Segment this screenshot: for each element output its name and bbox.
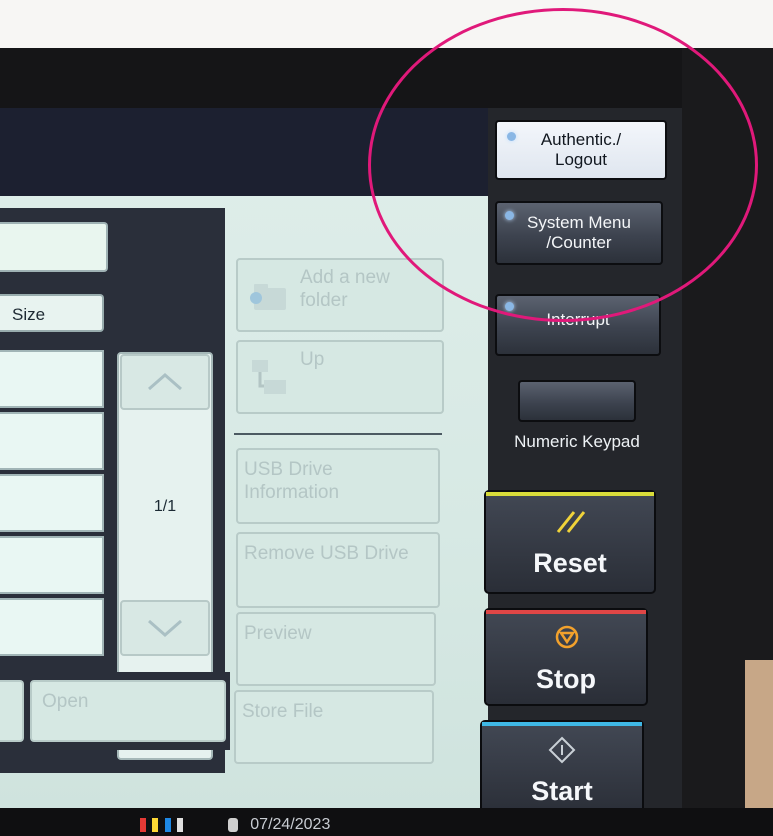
stop-icon bbox=[555, 625, 579, 649]
start-button[interactable]: Start bbox=[480, 720, 644, 818]
stop-stripe bbox=[486, 610, 646, 614]
reset-icon bbox=[556, 511, 586, 533]
chevron-up-icon bbox=[148, 373, 182, 391]
usb-info-button[interactable]: USB Drive Information bbox=[236, 448, 440, 524]
preview-button[interactable]: Preview bbox=[236, 612, 436, 686]
remove-usb-button[interactable]: Remove USB Drive bbox=[236, 532, 440, 608]
store-file-label: Store File bbox=[242, 701, 324, 722]
stop-button[interactable]: Stop bbox=[484, 608, 648, 706]
start-icon bbox=[548, 736, 576, 764]
status-led bbox=[505, 211, 514, 220]
start-stripe bbox=[482, 722, 642, 726]
remove-usb-label: Remove USB Drive bbox=[244, 543, 409, 564]
status-bar: 07/24/2023 bbox=[140, 816, 330, 834]
stop-label: Stop bbox=[536, 664, 596, 694]
folder-add-icon bbox=[250, 284, 286, 310]
list-item[interactable] bbox=[0, 350, 104, 408]
list-item[interactable] bbox=[0, 598, 104, 656]
interrupt-label: Interrupt bbox=[546, 310, 610, 329]
reset-label: Reset bbox=[533, 548, 607, 578]
list-item[interactable] bbox=[0, 474, 104, 532]
reset-button[interactable]: Reset bbox=[484, 490, 656, 594]
hardware-panel: Authentic./ Logout System Menu /Counter … bbox=[480, 108, 682, 818]
folder-up-icon bbox=[252, 360, 286, 394]
toner-bar-icon bbox=[164, 817, 171, 832]
authentic-logout-label: Authentic./ Logout bbox=[540, 130, 622, 169]
usb-info-label: USB Drive Information bbox=[244, 459, 340, 503]
status-led bbox=[505, 302, 514, 311]
store-file-button[interactable]: Store File bbox=[234, 690, 434, 764]
system-menu-button[interactable]: System Menu /Counter bbox=[495, 201, 663, 265]
scroll-up-button[interactable] bbox=[120, 354, 210, 410]
list-item[interactable] bbox=[0, 536, 104, 594]
bottom-button-row: Open bbox=[0, 672, 230, 750]
reset-stripe bbox=[486, 492, 654, 496]
bezel-top bbox=[0, 48, 773, 108]
authentic-logout-button[interactable]: Authentic./ Logout bbox=[495, 120, 667, 180]
system-menu-label: System Menu /Counter bbox=[527, 213, 631, 252]
numeric-keypad-label: Numeric Keypad bbox=[514, 432, 640, 451]
interrupt-button[interactable]: Interrupt bbox=[495, 294, 661, 356]
divider bbox=[234, 433, 442, 435]
list-item[interactable] bbox=[0, 412, 104, 470]
usb-status-icon bbox=[227, 817, 238, 832]
up-label: Up bbox=[300, 349, 325, 370]
bottom-left-button[interactable] bbox=[0, 680, 24, 742]
bezel-bottom bbox=[0, 808, 773, 836]
numeric-keypad-button[interactable] bbox=[518, 380, 636, 422]
toner-bar-icon bbox=[177, 817, 184, 832]
size-column-header[interactable]: Size bbox=[0, 294, 104, 332]
status-date: 07/24/2023 bbox=[250, 816, 331, 833]
touch-screen: Size 1/1 Open Add a new folder Up USB Dr… bbox=[0, 108, 488, 808]
add-folder-button[interactable]: Add a new folder bbox=[236, 258, 444, 332]
open-button[interactable]: Open bbox=[30, 680, 226, 742]
start-label: Start bbox=[531, 776, 593, 806]
screen-header bbox=[0, 108, 488, 196]
open-label: Open bbox=[42, 691, 89, 712]
up-button[interactable]: Up bbox=[236, 340, 444, 414]
preview-label: Preview bbox=[244, 623, 312, 644]
page-indicator: 1/1 bbox=[153, 498, 177, 515]
path-field[interactable] bbox=[0, 222, 108, 272]
toner-bar-icon bbox=[140, 817, 146, 832]
scroll-down-button[interactable] bbox=[120, 600, 210, 656]
toner-bar-icon bbox=[152, 817, 159, 832]
status-led bbox=[507, 132, 516, 141]
add-folder-label: Add a new folder bbox=[300, 267, 390, 311]
chevron-down-icon bbox=[148, 619, 182, 637]
